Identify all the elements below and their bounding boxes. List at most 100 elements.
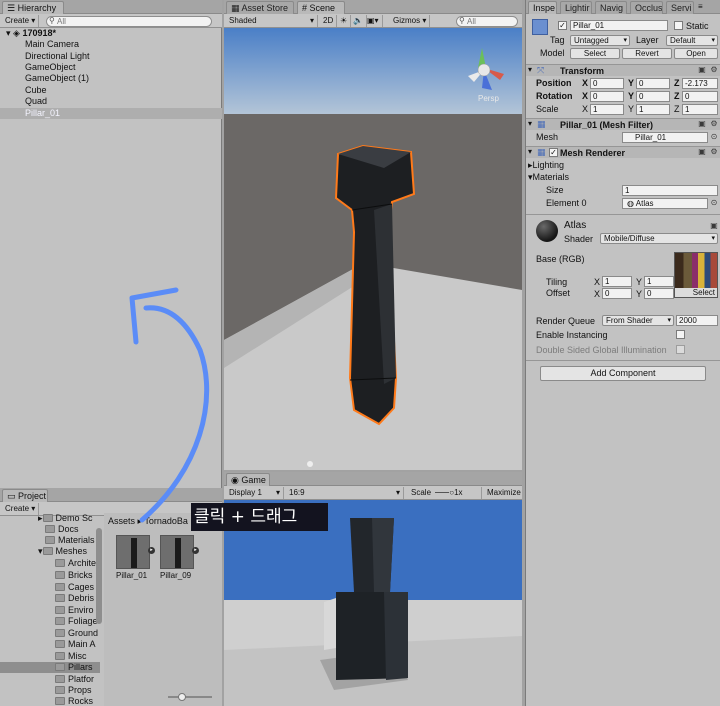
add-component-button[interactable]: Add Component (540, 366, 706, 381)
icon-size-slider[interactable] (168, 693, 212, 701)
scale-z-field[interactable]: 1 (682, 104, 718, 115)
slider-thumb-icon[interactable] (178, 693, 186, 701)
tiling-x-field[interactable]: 1 (602, 276, 632, 287)
tab-scene[interactable]: # Scene (297, 1, 345, 14)
transform-header[interactable]: ▾ ⤧ Transform ▣ ⚙ (526, 64, 720, 76)
tab-hierarchy[interactable]: ☰ Hierarchy (2, 1, 64, 14)
folder-row[interactable]: Debris (0, 593, 100, 604)
hierarchy-item[interactable]: Directional Light (0, 51, 222, 62)
folder-row[interactable]: ▸ Demo Sc (0, 513, 100, 524)
hierarchy-search-input[interactable]: All (46, 16, 212, 27)
tab-project[interactable]: ▭ Project (2, 489, 48, 502)
folder-row[interactable]: Platfor (0, 674, 100, 685)
tiling-y-field[interactable]: 1 (644, 276, 674, 287)
tab-services[interactable]: Servi (666, 1, 694, 14)
render-queue-dropdown[interactable]: From Shader (602, 315, 674, 326)
tab-occlusion[interactable]: Occlus (630, 1, 663, 14)
scale-x-field[interactable]: 1 (590, 104, 624, 115)
folder-row[interactable]: Bricks (0, 570, 100, 581)
tab-inspector[interactable]: Inspe (528, 1, 557, 14)
mesh-filter-header[interactable]: ▾ ▦ Pillar_01 (Mesh Filter) ▣ ⚙ (526, 118, 720, 130)
folder-row-selected[interactable]: Pillars (0, 662, 100, 673)
shading-mode-dropdown[interactable]: Shaded ▾ (226, 15, 318, 27)
maximize-toggle[interactable]: Maximize (484, 487, 524, 499)
lighting-foldout[interactable]: ▸Lighting (528, 160, 564, 171)
hierarchy-item[interactable]: GameObject (1) (0, 73, 222, 84)
help-book-icon[interactable]: ▣ (698, 66, 706, 74)
help-book-icon[interactable]: ▣ (710, 222, 718, 230)
mesh-field[interactable]: Pillar_01 (622, 132, 708, 143)
albedo-texture-slot[interactable]: Select (674, 252, 718, 298)
offset-x-field[interactable]: 0 (602, 288, 632, 299)
rotation-y-field[interactable]: 0 (636, 91, 670, 102)
folder-row[interactable]: Rocks (0, 696, 100, 706)
folder-row[interactable]: Archite (0, 558, 100, 569)
effects-toggle-icon[interactable]: ▣▾ (364, 15, 383, 27)
folder-row[interactable]: Main A (0, 639, 100, 650)
expand-asset-icon[interactable]: ▸ (148, 547, 155, 554)
rotation-x-field[interactable]: 0 (590, 91, 624, 102)
hierarchy-item[interactable]: Quad (0, 96, 222, 107)
materials-foldout[interactable]: ▾Materials (528, 172, 569, 183)
folder-row[interactable]: Materials (0, 535, 100, 546)
texture-select-button[interactable]: Select (675, 288, 717, 297)
gizmos-dropdown[interactable]: Gizmos ▾ (390, 15, 431, 27)
mesh-renderer-header[interactable]: ▾ ▦ ✓ Mesh Renderer ▣ ⚙ (526, 146, 720, 158)
active-checkbox[interactable]: ✓ (558, 21, 567, 30)
gear-icon[interactable]: ⚙ (710, 120, 718, 128)
tab-navigation[interactable]: Navig (595, 1, 627, 14)
aspect-dropdown[interactable]: 16:9 ▾ (286, 487, 404, 499)
mesh-renderer-enabled-checkbox[interactable]: ✓ (549, 148, 558, 157)
folder-row[interactable]: Cages (0, 582, 100, 593)
help-book-icon[interactable]: ▣ (698, 148, 706, 156)
object-picker-icon[interactable]: ⊙ (710, 199, 718, 207)
tab-asset-store[interactable]: ▦ Asset Store (226, 1, 294, 14)
enable-instancing-checkbox[interactable] (676, 330, 685, 339)
model-select-button[interactable]: Select (570, 48, 620, 59)
object-name-field[interactable]: Pillar_01 (570, 20, 668, 31)
folder-row[interactable]: Foliage (0, 616, 100, 627)
folder-row[interactable]: Docs (0, 524, 100, 535)
layer-dropdown[interactable]: Default (666, 35, 718, 46)
position-x-field[interactable]: 0 (590, 78, 624, 89)
gear-icon[interactable]: ⚙ (710, 66, 718, 74)
folder-row[interactable]: Misc (0, 651, 100, 662)
scale-slider[interactable]: Scale ○1x (408, 487, 482, 499)
hierarchy-item[interactable]: Cube (0, 85, 222, 96)
gear-icon[interactable]: ⚙ (710, 148, 718, 156)
folder-tree-scrollbar[interactable] (96, 528, 102, 624)
scene-viewport[interactable]: Persp (224, 28, 522, 470)
offset-y-field[interactable]: 0 (644, 288, 674, 299)
tag-dropdown[interactable]: Untagged (570, 35, 630, 46)
asset-thumbnail[interactable] (116, 535, 150, 569)
breadcrumb-item[interactable]: Assets (108, 516, 135, 526)
shader-dropdown[interactable]: Mobile/Diffuse (600, 233, 718, 244)
asset-thumbnail[interactable] (160, 535, 194, 569)
position-y-field[interactable]: 0 (636, 78, 670, 89)
tab-game[interactable]: ◉ Game (226, 473, 270, 486)
hierarchy-item-selected[interactable]: Pillar_01 (0, 108, 222, 119)
static-checkbox[interactable] (674, 21, 683, 30)
model-revert-button[interactable]: Revert (622, 48, 672, 59)
tab-lighting[interactable]: Lightir (560, 1, 592, 14)
material-element-field[interactable]: ◍ Atlas (622, 198, 708, 209)
model-open-button[interactable]: Open (674, 48, 718, 59)
render-queue-field[interactable]: 2000 (676, 315, 718, 326)
hierarchy-item[interactable]: Main Camera (0, 39, 222, 50)
display-dropdown[interactable]: Display 1 ▾ (226, 487, 284, 499)
scene-search-input[interactable]: All (456, 16, 518, 27)
persp-label[interactable]: Persp (478, 94, 499, 103)
folder-row[interactable]: Ground (0, 628, 100, 639)
hierarchy-item[interactable]: GameObject (0, 62, 222, 73)
folder-row[interactable]: Enviro (0, 605, 100, 616)
panel-menu-icon[interactable]: ≡ (698, 2, 703, 11)
materials-size-field[interactable]: 1 (622, 185, 718, 196)
breadcrumb-item[interactable]: TornadoBa (144, 516, 188, 526)
folder-row[interactable]: Props (0, 685, 100, 696)
scale-y-field[interactable]: 1 (636, 104, 670, 115)
expand-asset-icon[interactable]: ▸ (192, 547, 199, 554)
position-z-field[interactable]: -2.173 (682, 78, 718, 89)
folder-row[interactable]: ▾ Meshes (0, 546, 100, 557)
create-button[interactable]: Create ▾ (2, 15, 40, 27)
2d-toggle-button[interactable]: 2D (320, 15, 338, 27)
